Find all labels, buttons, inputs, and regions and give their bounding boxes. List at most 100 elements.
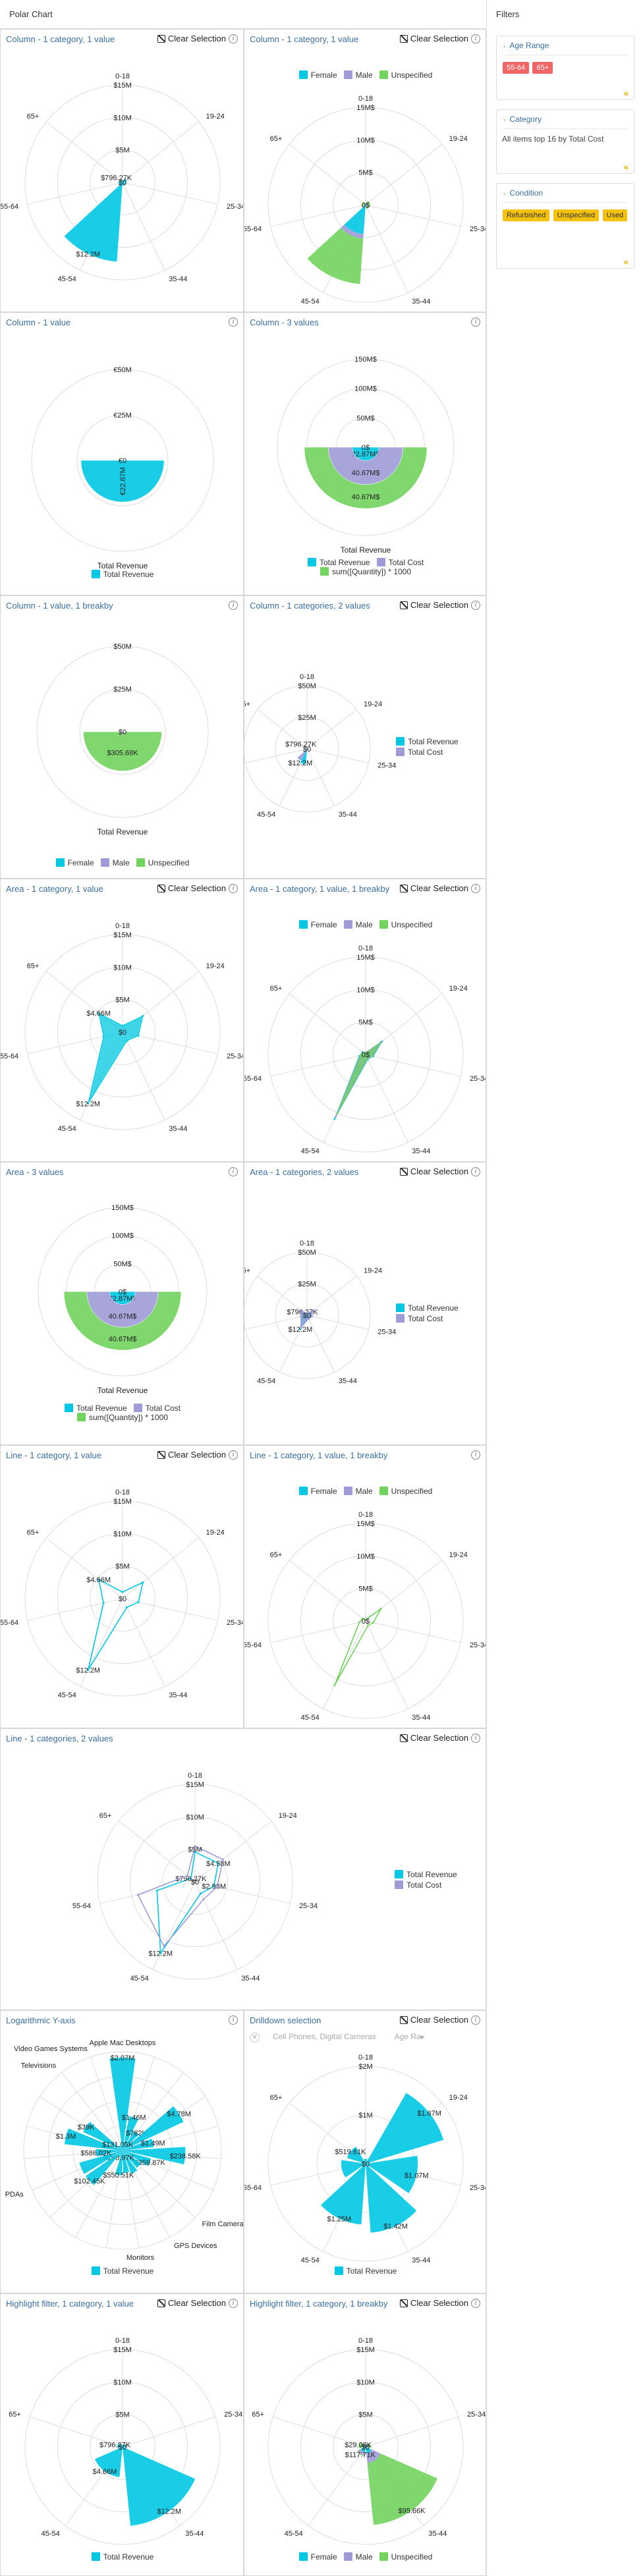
legend-item[interactable]: Total Revenue xyxy=(396,1303,459,1313)
chip-used[interactable]: Used xyxy=(602,209,628,221)
filter-category[interactable]: › Category All items top 16 by Total Cost… xyxy=(496,109,634,174)
filter-condition[interactable]: › Condition Refurbished Unspecified Used … xyxy=(496,183,634,269)
legend-label: Total Cost xyxy=(145,1404,181,1413)
legend-item[interactable]: Female xyxy=(298,920,337,929)
category-label: 0-18 xyxy=(300,673,314,681)
chip-unspecified[interactable]: Unspecified xyxy=(553,209,600,221)
category-label: 65+ xyxy=(244,1267,250,1274)
filters-panel: Filters › Age Range 55-64 65+ « › Category… xyxy=(486,0,643,2576)
data-point[interactable] xyxy=(142,1581,144,1583)
chip-age-65-plus[interactable]: 65+ xyxy=(532,62,553,74)
legend-item[interactable]: Total Revenue xyxy=(64,1404,127,1413)
legend-swatch xyxy=(396,1314,405,1323)
data-point[interactable] xyxy=(333,1684,336,1687)
legend-item[interactable]: Male xyxy=(100,858,130,867)
collapse-icon[interactable]: « xyxy=(624,88,629,98)
bar[interactable] xyxy=(366,2093,444,2164)
data-point[interactable] xyxy=(186,1875,188,1877)
data-point[interactable] xyxy=(125,1039,128,1042)
data-point[interactable] xyxy=(372,1622,375,1624)
legend-item[interactable]: Female xyxy=(298,70,337,80)
legend-item[interactable]: Total Revenue xyxy=(395,1870,457,1879)
filter-age-range-header[interactable]: › Age Range xyxy=(497,36,634,55)
data-point[interactable] xyxy=(221,1858,224,1861)
collapse-icon[interactable]: « xyxy=(624,162,629,172)
tick-label: 5M$ xyxy=(358,1019,372,1027)
data-point[interactable] xyxy=(121,1024,124,1027)
data-point[interactable] xyxy=(136,1894,139,1896)
data-point[interactable] xyxy=(200,1892,202,1895)
collapse-icon[interactable]: « xyxy=(624,257,629,267)
data-point[interactable] xyxy=(335,1115,337,1118)
data-point[interactable] xyxy=(333,1118,336,1120)
data-point[interactable] xyxy=(137,1034,140,1037)
category-label: 25-34 xyxy=(470,225,486,233)
data-label: $95.66K xyxy=(399,2507,426,2515)
data-point[interactable] xyxy=(358,1621,360,1624)
legend-item[interactable]: Male xyxy=(343,1487,373,1496)
data-point[interactable] xyxy=(163,1945,165,1948)
data-point[interactable] xyxy=(121,1591,124,1593)
data-point[interactable] xyxy=(216,1886,219,1888)
category-label: 65+ xyxy=(270,2094,283,2102)
filter-category-header[interactable]: › Category xyxy=(497,110,634,128)
legend-item[interactable]: Total Revenue xyxy=(91,570,154,579)
legend-item[interactable]: Total Revenue xyxy=(91,2266,154,2276)
data-point[interactable] xyxy=(102,1602,105,1604)
data-point[interactable] xyxy=(300,1315,302,1318)
series-area[interactable] xyxy=(88,1012,144,1104)
data-point[interactable] xyxy=(310,1315,313,1318)
data-point[interactable] xyxy=(142,1014,144,1017)
legend-item[interactable]: Unspecified xyxy=(379,2552,432,2562)
legend-item[interactable]: Male xyxy=(343,920,373,929)
data-point[interactable] xyxy=(379,1608,382,1610)
legend-item[interactable]: Male xyxy=(343,2552,373,2562)
legend-item[interactable]: Female xyxy=(298,1487,337,1496)
data-point[interactable] xyxy=(312,1309,314,1312)
legend-item[interactable]: sum([Quantity]) * 1000 xyxy=(4,1413,241,1422)
filter-condition-header[interactable]: › Condition xyxy=(497,184,634,202)
chart-panel: Column - 1 categories, 2 values Clear Sel… xyxy=(244,595,486,879)
filter-age-range[interactable]: › Age Range 55-64 65+ « xyxy=(496,36,634,100)
bar[interactable] xyxy=(64,182,123,262)
legend-item[interactable]: Unspecified xyxy=(379,920,432,929)
series-line[interactable] xyxy=(334,1608,381,1686)
series-area[interactable] xyxy=(335,1042,381,1117)
data-point[interactable] xyxy=(125,1606,128,1608)
legend-item[interactable]: Total Cost xyxy=(395,1880,457,1890)
legend-item[interactable]: Total Cost xyxy=(376,558,424,567)
legend-item[interactable]: Unspecified xyxy=(379,1487,432,1496)
data-point[interactable] xyxy=(155,1889,158,1892)
data-point[interactable] xyxy=(371,1055,374,1057)
legend-item[interactable]: Total Revenue xyxy=(334,2266,397,2276)
data-point[interactable] xyxy=(202,1898,205,1901)
legend-item[interactable]: Total Revenue xyxy=(396,737,459,746)
legend-item[interactable]: Total Cost xyxy=(396,1314,459,1323)
series-area[interactable] xyxy=(334,1041,383,1120)
legend-label: Male xyxy=(355,2552,373,2562)
data-point[interactable] xyxy=(300,1327,302,1329)
legend-item[interactable]: Male xyxy=(343,70,373,80)
legend-item[interactable]: Female xyxy=(55,858,94,867)
legend-item[interactable]: Total Revenue xyxy=(91,2552,154,2562)
data-point[interactable] xyxy=(336,1112,339,1114)
legend-item[interactable]: Total Cost xyxy=(396,748,459,757)
legend-item[interactable]: sum([Quantity]) * 1000 xyxy=(248,567,484,576)
chip-age-55-64[interactable]: 55-64 xyxy=(503,62,530,74)
legend-swatch xyxy=(91,2266,100,2275)
data-point[interactable] xyxy=(379,1042,381,1045)
tick-label: $15M xyxy=(113,1498,132,1506)
category-label: 35-44 xyxy=(339,1377,357,1385)
category-label: 19-24 xyxy=(364,1267,382,1274)
data-point[interactable] xyxy=(102,1035,105,1038)
legend-item[interactable]: Total Revenue xyxy=(307,558,370,567)
legend-item[interactable]: Unspecified xyxy=(379,70,432,80)
legend-swatch xyxy=(343,70,352,79)
legend-item[interactable]: Unspecified xyxy=(136,858,189,867)
legend-item[interactable]: Total Cost xyxy=(133,1404,181,1413)
data-point[interactable] xyxy=(300,1309,302,1312)
data-point[interactable] xyxy=(137,1601,140,1603)
chip-refurbished[interactable]: Refurbished xyxy=(503,209,550,221)
polar-chart: $305.68K $50M $25M $0 Total Revenue xyxy=(36,643,209,836)
legend-item[interactable]: Female xyxy=(298,2552,337,2562)
